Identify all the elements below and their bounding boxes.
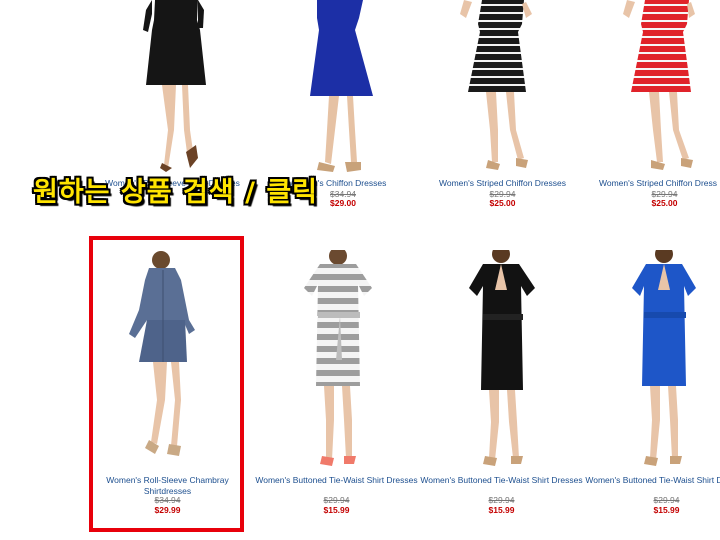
product-image[interactable]: [255, 0, 420, 175]
original-price: $29.94: [323, 495, 350, 505]
product-image[interactable]: [419, 250, 584, 472]
product-name-link[interactable]: Women's Buttoned Tie-Waist Shirt Dresses: [584, 475, 720, 486]
product-name-link[interactable]: Women's Striped Chiffon Dresses: [420, 178, 585, 189]
product-image[interactable]: [584, 250, 720, 472]
product-image[interactable]: [585, 0, 720, 175]
sale-price: $25.00: [489, 198, 516, 208]
sale-price: $25.00: [651, 198, 678, 208]
selection-highlight-box: [89, 236, 244, 532]
sale-price: $29.00: [330, 198, 356, 208]
product-image[interactable]: [90, 0, 255, 175]
product-image[interactable]: [254, 250, 419, 472]
product-name-link[interactable]: Women's Buttoned Tie-Waist Shirt Dresses: [419, 475, 584, 486]
product-name-link[interactable]: Women's Striped Chiffon Dress: [599, 178, 720, 189]
original-price: $29.94: [488, 495, 515, 505]
sale-price: $15.99: [323, 505, 350, 515]
original-price: $29.94: [653, 495, 680, 505]
sale-price: $15.99: [653, 505, 680, 515]
product-image[interactable]: [420, 0, 585, 175]
sale-price: $15.99: [488, 505, 515, 515]
product-name-link[interactable]: Women's Buttoned Tie-Waist Shirt Dresses: [254, 475, 419, 486]
instruction-overlay-text: 원하는 상품 검색 / 클릭: [33, 177, 319, 208]
